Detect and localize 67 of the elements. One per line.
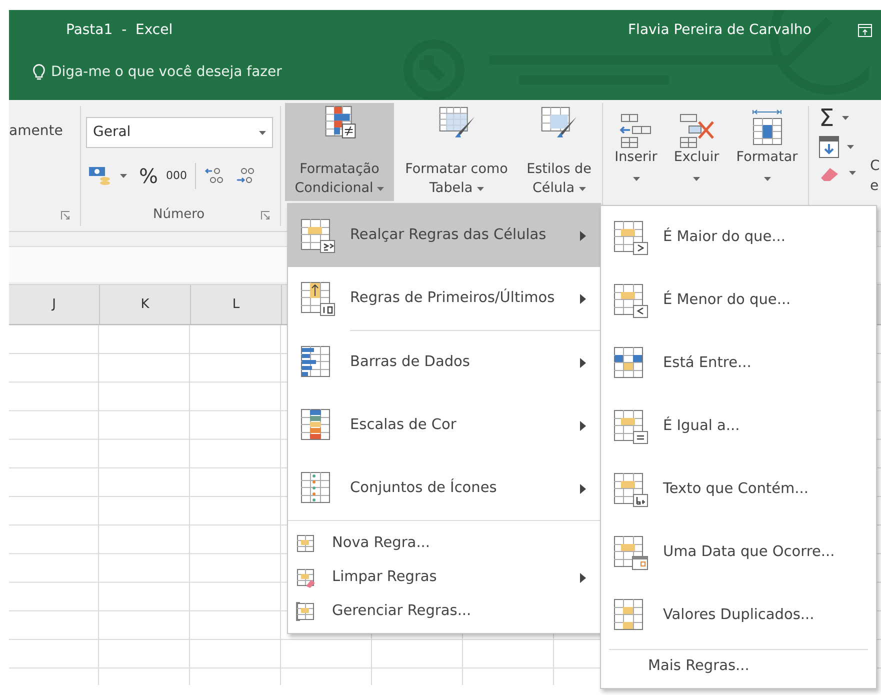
- menu-item[interactable]: Regras de Primeiros/Últimos: [288, 267, 600, 330]
- decrease-decimal-icon[interactable]: [234, 166, 256, 186]
- caret-icon: [842, 116, 850, 120]
- menu-item[interactable]: Escalas de Cor: [288, 394, 600, 457]
- group-label: amente: [9, 122, 63, 141]
- fill-down-icon[interactable]: [819, 136, 839, 158]
- ribbon-label: e: [870, 177, 880, 196]
- conditional-formatting-icon: [322, 105, 356, 140]
- user-name: Flavia Pereira de Carvalho: [628, 20, 812, 40]
- currency-icon[interactable]: [88, 165, 112, 187]
- eraser-icon: [296, 568, 316, 588]
- caret-icon: [849, 171, 856, 175]
- menu-item[interactable]: Gerenciar Regras...: [288, 595, 600, 629]
- cell-styles-icon: [539, 105, 579, 140]
- menu-item[interactable]: Está Entre...: [601, 332, 876, 395]
- delete-button[interactable]: Excluir: [668, 106, 725, 204]
- dialog-launcher-icon[interactable]: [61, 211, 70, 220]
- menu-item[interactable]: Barras de Dados: [288, 331, 600, 394]
- ribbon-label: C: [870, 157, 880, 176]
- caret-icon: [764, 176, 770, 181]
- menu-item[interactable]: É Igual a...: [601, 395, 876, 458]
- manage-rules-icon: [296, 602, 316, 622]
- insert-cells-icon: [618, 112, 654, 148]
- menu-item[interactable]: Mais Regras...: [601, 650, 876, 684]
- number-format-dropdown[interactable]: Geral: [86, 117, 273, 148]
- column-header[interactable]: L: [191, 285, 282, 324]
- less-than-icon: [613, 282, 649, 318]
- column-header[interactable]: K: [100, 285, 191, 324]
- window-title: Pasta1 - Excel: [66, 20, 174, 40]
- caret-icon: [259, 130, 266, 134]
- lightbulb-icon: [33, 64, 45, 80]
- autosum-button[interactable]: Σ: [819, 106, 834, 130]
- menu-item[interactable]: Valores Duplicados...: [601, 584, 876, 647]
- caret-icon: [120, 174, 127, 178]
- menu-item[interactable]: É Menor do que...: [601, 269, 876, 332]
- format-button[interactable]: Formatar: [729, 106, 805, 204]
- conditional-formatting-button[interactable]: Formatação Condicional: [285, 103, 394, 201]
- ribbon-display-icon[interactable]: [858, 24, 872, 36]
- equal-icon: [613, 408, 649, 444]
- highlight-rules-icon: [300, 218, 336, 254]
- menu-item[interactable]: É Maior do que...: [601, 206, 876, 269]
- caret-icon: [847, 145, 854, 149]
- menu-item[interactable]: Limpar Regras: [288, 561, 600, 595]
- insert-button[interactable]: Inserir: [608, 106, 664, 204]
- caret-icon: [632, 176, 640, 181]
- percent-button[interactable]: %: [139, 166, 158, 186]
- text-contains-icon: [613, 472, 649, 508]
- menu-item[interactable]: Realçar Regras das Células: [288, 204, 600, 267]
- caret-icon: [476, 187, 484, 192]
- caret-icon: [693, 176, 700, 181]
- caret-icon: [377, 187, 384, 192]
- top-rules-icon: [300, 280, 336, 316]
- menu-item[interactable]: Uma Data que Ocorre...: [601, 521, 876, 584]
- dialog-launcher-icon[interactable]: [261, 211, 270, 220]
- menu-item[interactable]: Conjuntos de Ícones: [288, 457, 600, 520]
- format-as-table-button[interactable]: Formatar como Tabela: [396, 103, 517, 201]
- greater-than-icon: [613, 220, 649, 256]
- format-table-icon: [436, 105, 476, 140]
- tell-me-field[interactable]: Diga-me o que você deseja fazer: [51, 62, 351, 82]
- menu-item[interactable]: Nova Regra...: [288, 527, 600, 561]
- caret-icon: [578, 187, 586, 192]
- menu-item[interactable]: Texto que Contém...: [601, 458, 876, 521]
- calendar-icon: [613, 534, 649, 570]
- group-label: Número: [153, 206, 205, 224]
- column-header[interactable]: J: [9, 285, 100, 324]
- cell-styles-button[interactable]: Estilos de Célula: [519, 103, 599, 201]
- thousands-button[interactable]: 000: [166, 168, 188, 184]
